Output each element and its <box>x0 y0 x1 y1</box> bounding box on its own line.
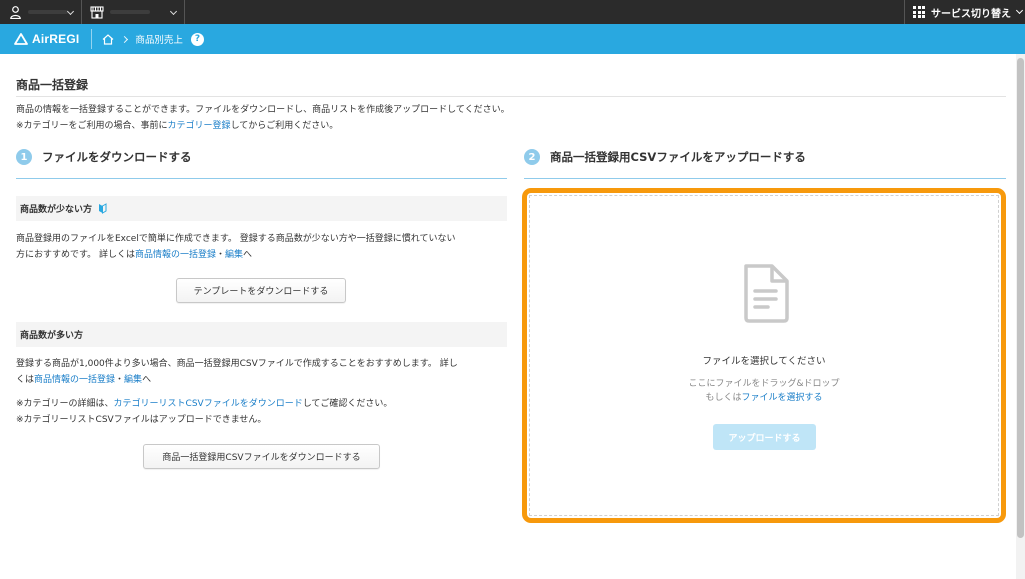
download-template-button[interactable]: テンプレートをダウンロードする <box>176 278 346 303</box>
category-note-line: ※カテゴリーリストCSVファイルはアップロードできません。 <box>16 415 267 425</box>
description-text: ※カテゴリーをご利用の場合、事前に <box>16 121 168 131</box>
drop-zone-title: ファイルを選択してください <box>702 356 826 367</box>
account-selector[interactable] <box>0 0 82 24</box>
step2-divider <box>524 178 1006 179</box>
chevron-down-icon <box>169 7 178 16</box>
edit-link[interactable]: 編集 <box>124 375 142 385</box>
step1-heading: 1 ファイルをダウンロードする <box>16 149 192 165</box>
description-line: ※カテゴリーをご利用の場合、事前にカテゴリー登録してからご利用ください。 <box>16 118 510 134</box>
description-line: 商品の情報を一括登録することができます。ファイルをダウンロードし、商品リストを作… <box>16 105 510 115</box>
upload-drop-zone-highlight: ファイルを選択してください ここにファイルをドラッグ&ドロップ もしくはファイル… <box>522 188 1006 523</box>
bulk-register-link[interactable]: 商品情報の一括登録 <box>34 375 115 385</box>
title-divider <box>16 96 1006 97</box>
logo-triangle-icon <box>14 33 28 45</box>
edit-link[interactable]: 編集 <box>225 250 243 260</box>
many-items-heading-text: 商品数が多い方 <box>20 331 84 341</box>
chevron-down-icon <box>1015 6 1024 15</box>
chevron-right-icon <box>121 35 129 43</box>
many-items-text-prefix: くは <box>16 375 35 385</box>
breadcrumb-current: 商品別売上 <box>135 35 183 46</box>
airregi-logo[interactable]: AirREGI <box>14 32 79 46</box>
top-bar: サービス切り替え <box>0 0 1025 24</box>
category-notes: ※カテゴリーの詳細は、カテゴリーリストCSVファイルをダウンロードしてご確認くだ… <box>16 396 511 428</box>
app-header: AirREGI 商品別売上 ? <box>0 24 1025 54</box>
step1-divider <box>16 178 507 179</box>
document-icon <box>744 264 789 323</box>
middot: ・ <box>115 375 125 385</box>
many-items-heading: 商品数が多い方 <box>16 322 507 347</box>
account-name-redacted <box>28 10 68 14</box>
few-items-text-prefix: 方におすすめです。 詳しくは <box>16 250 135 260</box>
drop-hint-line: もしくはファイルを選択する <box>530 391 998 405</box>
step2-badge: 2 <box>524 149 540 165</box>
store-name-redacted <box>110 10 150 14</box>
store-selector[interactable] <box>82 0 185 24</box>
header-divider <box>91 29 93 49</box>
drop-zone-hint: ここにファイルをドラッグ&ドロップ もしくはファイルを選択する <box>530 377 998 405</box>
upload-drop-zone[interactable]: ファイルを選択してください ここにファイルをドラッグ&ドロップ もしくはファイル… <box>529 195 999 516</box>
few-items-text-suffix: へ <box>243 250 253 260</box>
few-items-text: 商品登録用のファイルをExcelで簡単に作成できます。 登録する商品数が少ない方… <box>16 231 511 263</box>
upload-button[interactable]: アップロードする <box>713 424 816 450</box>
few-items-heading: 商品数が少ない方 <box>16 196 507 221</box>
page-description: 商品の情報を一括登録することができます。ファイルをダウンロードし、商品リストを作… <box>16 102 510 134</box>
step1-badge: 1 <box>16 149 32 165</box>
download-csv-button[interactable]: 商品一括登録用CSVファイルをダウンロードする <box>143 444 380 469</box>
category-note-line: ※カテゴリーの詳細は、カテゴリーリストCSVファイルをダウンロードしてご確認くだ… <box>16 396 511 412</box>
breadcrumb: 商品別売上 ? <box>102 32 204 46</box>
few-items-line: 方におすすめです。 詳しくは商品情報の一括登録・編集へ <box>16 247 511 263</box>
service-switch-label: サービス切り替え <box>931 8 1011 20</box>
user-icon <box>10 5 21 19</box>
category-register-link[interactable]: カテゴリー登録 <box>168 121 231 131</box>
note-text: ※カテゴリーの詳細は、 <box>16 399 114 409</box>
bulk-register-link[interactable]: 商品情報の一括登録 <box>135 250 216 260</box>
drop-hint-line: ここにファイルをドラッグ&ドロップ <box>688 379 840 389</box>
middot: ・ <box>215 250 225 260</box>
few-items-heading-text: 商品数が少ない方 <box>20 205 93 215</box>
few-items-line: 商品登録用のファイルをExcelで簡単に作成できます。 登録する商品数が少ない方… <box>16 234 456 244</box>
many-items-text: 登録する商品が1,000件より多い場合、商品一括登録用CSVファイルで作成するこ… <box>16 356 511 388</box>
logo-text: AirREGI <box>32 32 80 46</box>
select-file-link[interactable]: ファイルを選択する <box>742 393 823 403</box>
beginner-mark-icon <box>99 203 107 214</box>
step1-title: ファイルをダウンロードする <box>42 150 192 164</box>
step2-heading: 2 商品一括登録用CSVファイルをアップロードする <box>524 149 806 165</box>
category-csv-download-link[interactable]: カテゴリーリストCSVファイルをダウンロード <box>114 399 303 409</box>
step2-title: 商品一括登録用CSVファイルをアップロードする <box>550 150 806 164</box>
page-title: 商品一括登録 <box>16 78 89 92</box>
help-icon[interactable]: ? <box>190 32 204 46</box>
many-items-line: くは商品情報の一括登録・編集へ <box>16 372 511 388</box>
scrollbar-thumb[interactable] <box>1017 58 1024 538</box>
chevron-down-icon <box>66 7 75 16</box>
many-items-line: 登録する商品が1,000件より多い場合、商品一括登録用CSVファイルで作成するこ… <box>16 359 458 369</box>
grid-icon <box>913 6 925 18</box>
service-switch-button[interactable]: サービス切り替え <box>904 0 1025 24</box>
drop-hint-prefix: もしくは <box>705 393 742 403</box>
home-icon[interactable] <box>102 33 114 45</box>
description-text: してからご利用ください。 <box>230 121 339 131</box>
store-icon <box>90 5 104 19</box>
many-items-text-suffix: へ <box>142 375 152 385</box>
note-text: してご確認ください。 <box>302 399 393 409</box>
